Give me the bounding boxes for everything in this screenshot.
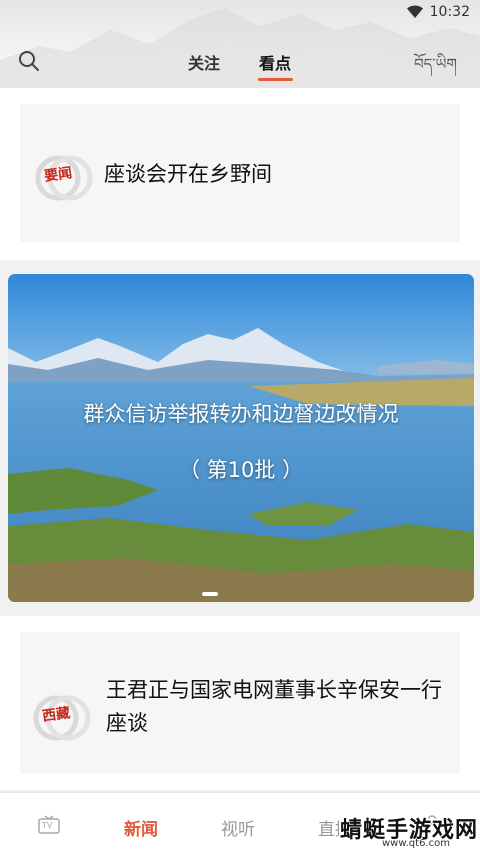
language-toggle[interactable]: བོད་ཡིག (414, 48, 457, 88)
banner-carousel[interactable]: 群众信访举报转办和边督边改情况 （ 第10批 ） (8, 274, 474, 602)
news-card[interactable]: 要闻 座谈会开在乡野间 (0, 88, 480, 260)
active-tab-indicator (258, 78, 293, 81)
tab-follow[interactable]: 关注 (188, 50, 220, 74)
nav-tv[interactable]: TV (38, 815, 60, 840)
banner-title-line1: 群众信访举报转办和边督边改情况 (83, 402, 399, 426)
status-bar: 10:32 (0, 0, 480, 26)
tab-view[interactable]: 看点 (259, 50, 291, 74)
logo-label: 要闻 (43, 165, 74, 185)
header: 10:32 关注 看点 བོད་ཡིག (0, 0, 480, 88)
nav-news[interactable]: 新闻 (124, 815, 158, 840)
nav-tv-label: TV (42, 821, 53, 830)
nav-video[interactable]: 视听 (221, 815, 255, 840)
logo-label: 西藏 (41, 705, 72, 725)
news-card-body: 要闻 座谈会开在乡野间 (20, 104, 460, 242)
banner-title-line2: （ 第10批 ） (178, 458, 304, 482)
news-title: 座谈会开在乡野间 (104, 162, 272, 186)
news-title: 王君正与国家电网董事长辛保安一行座谈 (106, 678, 442, 735)
banner-photo (8, 274, 474, 602)
source-logo: 要闻 (34, 150, 94, 206)
news-card[interactable]: 西藏 王君正与国家电网董事长辛保安一行座谈 (0, 616, 480, 790)
news-card-body: 西藏 王君正与国家电网董事长辛保安一行座谈 (20, 632, 460, 774)
wifi-icon (407, 5, 423, 18)
status-time: 10:32 (429, 4, 470, 20)
watermark-url: www.qt6.com (382, 838, 450, 849)
source-logo: 西藏 (32, 690, 92, 746)
top-tabs: 关注 看点 (0, 46, 480, 86)
carousel-indicator (202, 592, 218, 596)
